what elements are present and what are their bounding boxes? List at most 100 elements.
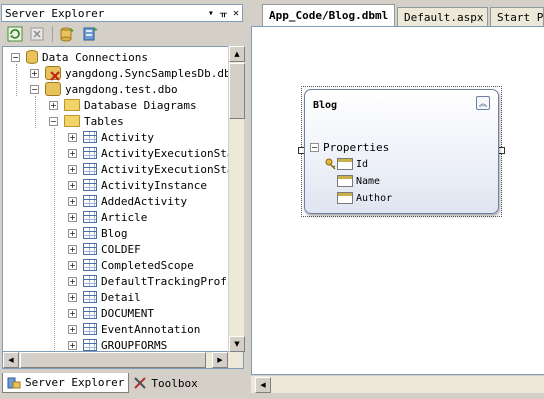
expand-icon[interactable]: + xyxy=(68,308,77,318)
expand-icon[interactable]: + xyxy=(68,276,77,286)
connect-to-database-icon[interactable] xyxy=(59,25,77,43)
folder-icon xyxy=(64,99,80,111)
tree-node-tables[interactable]: − Tables xyxy=(49,113,124,129)
tree-connector-line xyxy=(16,64,17,96)
tab-default-aspx[interactable]: Default.aspx xyxy=(397,7,488,26)
expand-icon[interactable]: + xyxy=(68,180,77,190)
tree-node-database-diagrams[interactable]: + Database Diagrams xyxy=(49,97,197,113)
connect-to-server-icon[interactable] xyxy=(81,25,99,43)
expand-icon[interactable]: + xyxy=(68,260,77,270)
tree-node-label: EventAnnotation xyxy=(101,322,201,336)
tree-node-addedactivity[interactable]: + AddedActivity xyxy=(68,193,187,209)
toolbox-icon xyxy=(134,377,147,389)
vertical-scroll-thumb[interactable] xyxy=(229,63,245,119)
expand-icon[interactable]: + xyxy=(49,100,58,110)
tree-node-label: Article xyxy=(101,210,148,224)
ide-window: Server Explorer ▾ ᚂ ✕ − Data Connections… xyxy=(0,0,544,399)
tree-horizontal-scrollbar[interactable]: ◀ ▶ xyxy=(2,352,244,369)
entity-blog[interactable]: Blog ︽ − Properties Id Name Author xyxy=(304,89,499,214)
tab-label: App_Code/Blog.dbml xyxy=(269,9,389,22)
collapse-chevron-icon[interactable]: ︽ xyxy=(476,96,490,110)
table-icon xyxy=(83,131,97,143)
expand-icon[interactable]: + xyxy=(68,196,77,206)
tab-toolbox[interactable]: Toolbox xyxy=(129,373,201,393)
collapse-icon[interactable]: − xyxy=(49,116,58,126)
tree-node-label: ActivityExecutionSta xyxy=(101,146,228,160)
tree-node-activityexecutionsta[interactable]: + ActivityExecutionSta xyxy=(68,161,228,177)
data-connections-icon xyxy=(26,50,38,64)
expand-icon[interactable]: + xyxy=(68,244,77,254)
window-position-button[interactable]: ▾ xyxy=(208,8,214,19)
tree-node-label: GROUPFORMS xyxy=(101,338,168,352)
tree-node-coldef[interactable]: + COLDEF xyxy=(68,241,141,257)
tree-node-yangdong-test-dbo[interactable]: − yangdong.test.dbo xyxy=(30,81,178,97)
dbml-designer-surface[interactable]: Blog ︽ − Properties Id Name Author xyxy=(251,26,544,375)
horizontal-scroll-thumb[interactable] xyxy=(20,352,206,368)
stop-icon[interactable] xyxy=(28,25,46,43)
tree-node-groupforms[interactable]: + GROUPFORMS xyxy=(68,337,168,352)
properties-section[interactable]: − Properties xyxy=(310,139,494,155)
tree-vertical-scrollbar[interactable]: ▲ ▼ xyxy=(228,46,245,352)
expand-icon[interactable]: + xyxy=(68,340,77,350)
designer-horizontal-scrollbar[interactable]: ◀ xyxy=(251,375,544,393)
tree-node-label: AddedActivity xyxy=(101,194,188,208)
tab-server-explorer[interactable]: Server Explorer xyxy=(2,373,130,393)
tree-connector-line xyxy=(54,128,55,351)
tree-node-activity[interactable]: + Activity xyxy=(68,129,154,145)
server-explorer-icon xyxy=(7,377,21,388)
scroll-left-arrow-icon[interactable]: ◀ xyxy=(3,352,19,368)
scroll-down-arrow-icon[interactable]: ▼ xyxy=(229,336,245,352)
tree-node-data-connections[interactable]: − Data Connections xyxy=(11,49,148,65)
tree-node-label: yangdong.test.dbo xyxy=(65,82,178,96)
refresh-icon[interactable] xyxy=(6,25,24,43)
entity-field-id[interactable]: Id xyxy=(325,158,368,170)
entity-title: Blog xyxy=(313,100,338,111)
expand-icon[interactable]: + xyxy=(68,148,77,158)
tree-node-detail[interactable]: + Detail xyxy=(68,289,141,305)
tree-node-document[interactable]: + DOCUMENT xyxy=(68,305,154,321)
expand-icon[interactable]: + xyxy=(68,164,77,174)
scroll-up-arrow-icon[interactable]: ▲ xyxy=(229,46,245,62)
tree-node-eventannotation[interactable]: + EventAnnotation xyxy=(68,321,200,337)
tree-node-completedscope[interactable]: + CompletedScope xyxy=(68,257,194,273)
expand-icon[interactable]: + xyxy=(68,324,77,334)
table-icon xyxy=(83,339,97,351)
server-explorer-titlebar: Server Explorer ▾ ᚂ ✕ xyxy=(1,4,243,22)
tree-node-activityinstance[interactable]: + ActivityInstance xyxy=(68,177,207,193)
tab-label: Start Pa xyxy=(497,10,544,24)
tree-node-label: Activity xyxy=(101,130,154,144)
expand-icon[interactable]: + xyxy=(68,212,77,222)
selection-handle-right[interactable] xyxy=(498,147,505,154)
collapse-icon[interactable]: − xyxy=(11,52,20,62)
tree-node-yangdong-syncsamplesdb-dbo[interactable]: + yangdong.SyncSamplesDb.dbo xyxy=(30,65,228,81)
tree-node-label: ActivityInstance xyxy=(101,178,207,192)
expand-icon[interactable]: + xyxy=(68,132,77,142)
collapse-icon[interactable]: − xyxy=(30,84,39,94)
connection-broken-icon xyxy=(45,66,61,81)
entity-field-name[interactable]: Name xyxy=(337,175,380,187)
entity-field-author[interactable]: Author xyxy=(337,192,392,204)
expand-icon[interactable]: + xyxy=(30,68,39,78)
document-tabs: App_Code/Blog.dbml Default.aspx Start Pa xyxy=(247,4,544,26)
tree-node-blog[interactable]: + Blog xyxy=(68,225,128,241)
toolbar-separator xyxy=(52,26,53,42)
tree-node-label: COLDEF xyxy=(101,242,141,256)
tree-node-defaulttrackingprofi[interactable]: + DefaultTrackingProfi xyxy=(68,273,228,289)
document-pane: App_Code/Blog.dbml Default.aspx Start Pa… xyxy=(247,0,544,399)
collapse-properties-icon[interactable]: − xyxy=(310,142,319,152)
server-explorer-tree: − Data Connections + yangdong.SyncSamplesDb… xyxy=(2,46,228,352)
tab-start-page[interactable]: Start Pa xyxy=(490,7,544,26)
expand-icon[interactable]: + xyxy=(68,292,77,302)
expand-icon[interactable]: + xyxy=(68,228,77,238)
scroll-left-arrow-icon[interactable]: ◀ xyxy=(255,377,271,393)
auto-hide-pin-button[interactable]: ᚂ xyxy=(220,8,227,19)
tab-blog-dbml[interactable]: App_Code/Blog.dbml xyxy=(262,4,395,26)
tree-node-article[interactable]: + Article xyxy=(68,209,147,225)
tree-node-activityexecutionsta[interactable]: + ActivityExecutionSta xyxy=(68,145,228,161)
tree-node-label: yangdong.SyncSamplesDb.dbo xyxy=(65,66,228,80)
table-icon xyxy=(83,163,97,175)
field-name: Author xyxy=(356,192,393,204)
scroll-right-arrow-icon[interactable]: ▶ xyxy=(212,352,228,368)
close-button[interactable]: ✕ xyxy=(233,8,239,19)
property-icon xyxy=(337,192,353,204)
